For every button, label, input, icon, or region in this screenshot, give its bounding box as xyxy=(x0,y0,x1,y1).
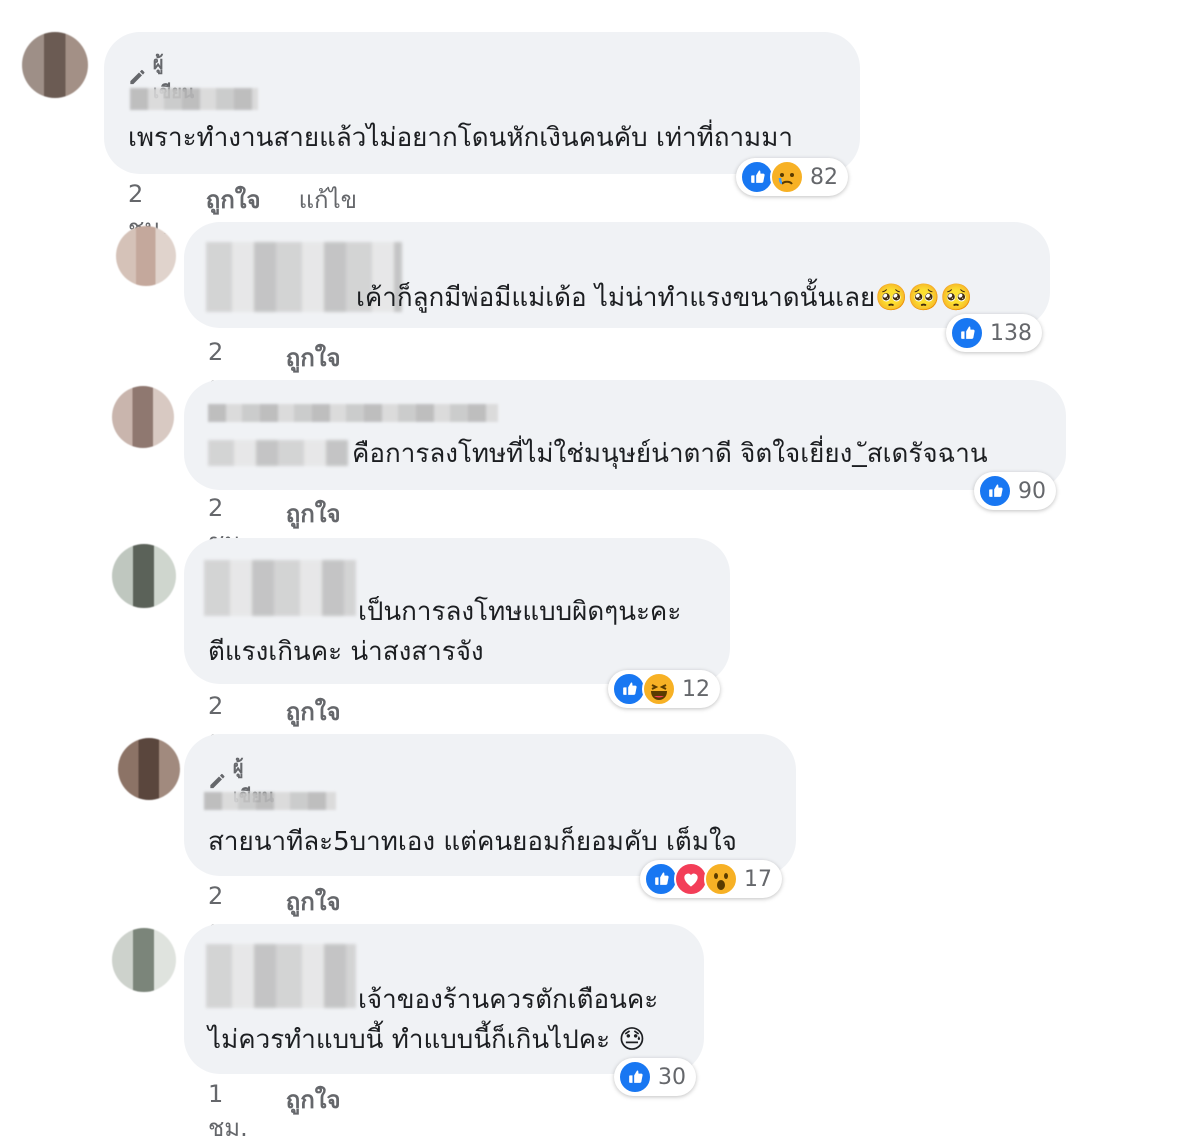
comment-meta: 1 ชม. ถูกใจ xyxy=(208,1080,341,1147)
comment-text: เพราะทำงานสายแล้วไม่อยากโดนหักเงินคนคับ … xyxy=(128,123,793,153)
commenter-name[interactable] xyxy=(204,792,336,810)
like-icon xyxy=(950,316,984,350)
avatar[interactable] xyxy=(22,32,88,98)
comment-text-line-2: ตีแรงเกินคะ น่าสงสารจัง xyxy=(208,637,484,667)
reaction-summary[interactable]: 82 xyxy=(736,158,848,196)
like-button[interactable]: ถูกใจ xyxy=(286,1080,341,1147)
commenter-name[interactable] xyxy=(204,560,356,616)
reaction-count: 90 xyxy=(1018,478,1046,504)
timestamp[interactable]: 1 ชม. xyxy=(208,1080,248,1147)
avatar[interactable] xyxy=(112,544,176,608)
reaction-count: 17 xyxy=(744,866,772,892)
reaction-summary[interactable]: 17 xyxy=(640,860,782,898)
pencil-icon xyxy=(210,773,225,789)
wow-icon xyxy=(704,862,738,896)
pencil-icon xyxy=(130,69,145,85)
commenter-name[interactable] xyxy=(130,88,258,110)
comment-text: คือการลงโทษที่ไม่ใช่มนุษย์น่าตาดี จิตใจเ… xyxy=(352,439,988,469)
like-icon xyxy=(618,1060,652,1094)
commenter-name[interactable] xyxy=(206,944,356,1008)
comment-text-line-2: ไม่ควรทำแบบนี้ ทำแบบนี้ก็เกินไปคะ 😓 xyxy=(208,1025,646,1055)
like-icon xyxy=(740,160,774,194)
commenter-name-2 xyxy=(208,440,348,466)
reaction-count: 30 xyxy=(658,1064,686,1090)
reaction-summary[interactable]: 90 xyxy=(974,472,1056,510)
reaction-count: 82 xyxy=(810,164,838,190)
reaction-summary[interactable]: 138 xyxy=(946,314,1042,352)
commenter-name[interactable] xyxy=(208,404,498,422)
reaction-summary[interactable]: 12 xyxy=(608,670,720,708)
comment-text-line-1: เป็นการลงโทษแบบผิดๆนะคะ xyxy=(358,597,682,627)
comment-text-line-1: เจ้าของร้านควรตักเตือนคะ xyxy=(358,985,659,1015)
avatar[interactable] xyxy=(118,738,180,800)
love-icon xyxy=(674,862,708,896)
like-icon xyxy=(612,672,646,706)
sad-icon xyxy=(770,160,804,194)
haha-icon xyxy=(642,672,676,706)
like-icon xyxy=(644,862,678,896)
comment-text: เค้าก็ลูกมีพ่อมีแม่เด้อ ไม่น่าทำแรงขนาดน… xyxy=(356,283,973,313)
avatar[interactable] xyxy=(112,386,174,448)
like-icon xyxy=(978,474,1012,508)
reaction-summary[interactable]: 30 xyxy=(614,1058,696,1096)
avatar[interactable] xyxy=(112,928,176,992)
reaction-count: 138 xyxy=(990,320,1032,346)
reaction-count: 12 xyxy=(682,676,710,702)
comment-text: สายนาทีละ5บาทเอง แต่คนยอมก็ยอมคับ เต็มใจ xyxy=(208,827,737,857)
avatar[interactable] xyxy=(116,226,176,286)
